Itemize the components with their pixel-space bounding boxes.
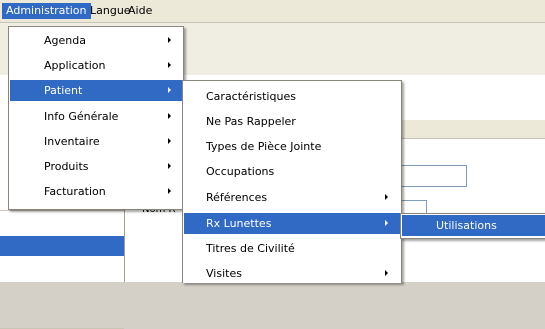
menu-item-agenda[interactable]: Agenda: [10, 30, 182, 51]
menu-item-inventaire[interactable]: Inventaire: [10, 131, 182, 152]
menu-item-caracteristiques[interactable]: Caractéristiques: [184, 86, 400, 107]
menu-item-visites[interactable]: Visites: [184, 263, 400, 284]
menu-item-label: Info Générale: [44, 110, 119, 123]
menu-item-occupations[interactable]: Occupations: [184, 161, 400, 182]
rx-lunettes-submenu: Utilisations: [400, 213, 545, 239]
menu-item-rx-lunettes[interactable]: Rx Lunettes: [184, 213, 400, 234]
menu-item-references[interactable]: Références: [184, 187, 400, 208]
menu-item-label: Visites: [206, 267, 242, 280]
menu-item-types-piece-jointe[interactable]: Types de Pièce Jointe: [184, 136, 400, 157]
submenu-arrow-icon: [168, 62, 171, 68]
menu-item-info-generale[interactable]: Info Générale: [10, 106, 182, 127]
submenu-arrow-icon: [168, 113, 171, 119]
submenu-arrow-icon: [168, 87, 171, 93]
menu-item-label: Rx Lunettes: [206, 217, 272, 230]
selected-row[interactable]: [0, 236, 124, 256]
menu-item-label: Application: [44, 59, 106, 72]
menu-item-titres-civilite[interactable]: Titres de Civilité: [184, 238, 400, 259]
menu-bar: Administration Langue Aide: [0, 0, 545, 23]
patient-submenu: Caractéristiques Ne Pas Rappeler Types d…: [182, 80, 402, 283]
submenu-arrow-icon: [168, 37, 171, 43]
submenu-arrow-icon: [168, 163, 171, 169]
menu-item-label: Facturation: [44, 185, 106, 198]
menu-item-patient[interactable]: Patient: [10, 80, 182, 101]
menu-item-label: Agenda: [44, 34, 86, 47]
submenu-arrow-icon: [168, 138, 171, 144]
menu-aide[interactable]: Aide: [124, 3, 156, 19]
menu-administration[interactable]: Administration: [2, 3, 91, 19]
menu-item-produits[interactable]: Produits: [10, 156, 182, 177]
menu-item-facturation[interactable]: Facturation: [10, 181, 182, 202]
text-field[interactable]: [395, 165, 467, 187]
menu-item-label: Titres de Civilité: [206, 242, 295, 255]
menu-item-label: Ne Pas Rappeler: [206, 115, 296, 128]
submenu-arrow-icon: [385, 270, 388, 276]
menu-item-label: Patient: [44, 84, 83, 97]
menu-item-label: Caractéristiques: [206, 90, 296, 103]
menu-item-application[interactable]: Application: [10, 55, 182, 76]
menu-item-label: Utilisations: [436, 219, 497, 232]
menu-item-label: Produits: [44, 160, 89, 173]
submenu-arrow-icon: [168, 188, 171, 194]
menu-item-utilisations[interactable]: Utilisations: [402, 215, 545, 236]
submenu-arrow-icon: [385, 194, 388, 200]
administration-menu: Agenda Application Patient Info Générale…: [8, 26, 184, 210]
menu-item-label: Occupations: [206, 165, 275, 178]
menu-item-label: Références: [206, 191, 268, 204]
submenu-arrow-icon: [385, 220, 388, 226]
menu-item-ne-pas-rappeler[interactable]: Ne Pas Rappeler: [184, 111, 400, 132]
menu-item-label: Types de Pièce Jointe: [206, 140, 322, 153]
menu-item-label: Inventaire: [44, 135, 100, 148]
pane-divider: [0, 210, 124, 211]
